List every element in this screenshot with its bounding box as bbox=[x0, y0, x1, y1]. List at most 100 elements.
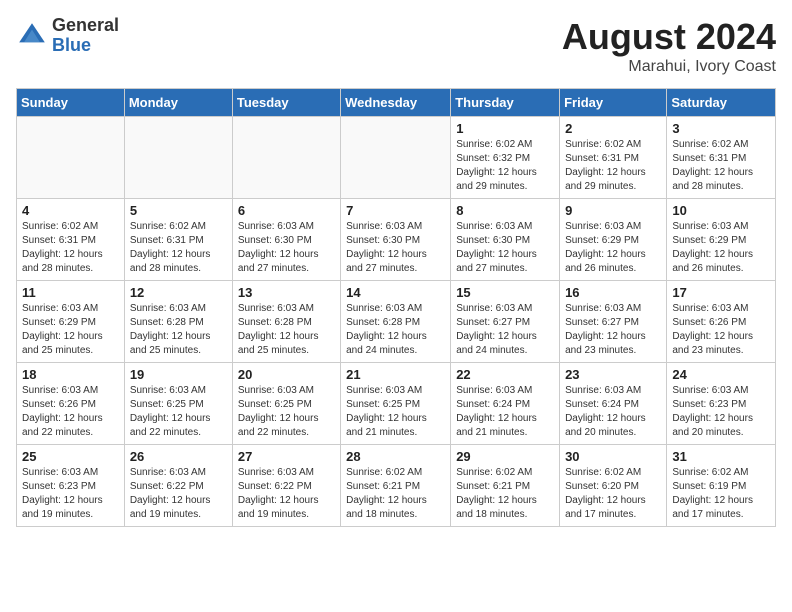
day-number: 14 bbox=[346, 285, 445, 300]
day-number: 30 bbox=[565, 449, 661, 464]
day-number: 4 bbox=[22, 203, 119, 218]
day-info: Sunrise: 6:03 AM Sunset: 6:27 PM Dayligh… bbox=[565, 302, 661, 358]
day-info: Sunrise: 6:03 AM Sunset: 6:29 PM Dayligh… bbox=[22, 302, 119, 358]
day-info: Sunrise: 6:03 AM Sunset: 6:26 PM Dayligh… bbox=[672, 302, 770, 358]
calendar-cell: 20Sunrise: 6:03 AM Sunset: 6:25 PM Dayli… bbox=[232, 363, 340, 445]
main-title: August 2024 bbox=[562, 16, 776, 58]
day-info: Sunrise: 6:02 AM Sunset: 6:31 PM Dayligh… bbox=[672, 138, 770, 194]
day-number: 29 bbox=[456, 449, 554, 464]
calendar-cell: 6 Sunrise: 6:03 AM Sunset: 6:30 PM Daylig… bbox=[232, 199, 340, 281]
calendar-cell: 21 Sunrise: 6:03 AM Sunset: 6:25 PM Dayli… bbox=[341, 363, 451, 445]
calendar-cell: 18 Sunrise: 6:03 AM Sunset: 6:26 PM Dayli… bbox=[17, 363, 125, 445]
logo-icon bbox=[16, 20, 48, 52]
calendar-cell: 3 Sunrise: 6:02 AM Sunset: 6:31 PM Daylig… bbox=[667, 117, 776, 199]
day-info: Sunrise: 6:03 AM Sunset: 6:30 PM Dayligh… bbox=[456, 220, 554, 276]
day-info: Sunrise: 6:02 AM Sunset: 6:21 PM Dayligh… bbox=[346, 466, 445, 522]
day-info: Sunrise: 6:03 AM Sunset: 6:28 PM Dayligh… bbox=[238, 302, 335, 358]
day-number: 15 bbox=[456, 285, 554, 300]
calendar-cell: 17 Sunrise: 6:03 AM Sunset: 6:26 PM Dayli… bbox=[667, 281, 776, 363]
calendar-cell: 23 Sunrise: 6:03 AM Sunset: 6:24 PM Dayli… bbox=[560, 363, 667, 445]
calendar-cell: 24Sunrise: 6:03 AM Sunset: 6:23 PM Dayli… bbox=[667, 363, 776, 445]
day-number: 8 bbox=[456, 203, 554, 218]
calendar-cell: 28 Sunrise: 6:02 AM Sunset: 6:21 PM Dayli… bbox=[341, 445, 451, 527]
calendar-cell: 19Sunrise: 6:03 AM Sunset: 6:25 PM Dayli… bbox=[124, 363, 232, 445]
weekday-thursday: Thursday bbox=[451, 89, 560, 117]
day-info: Sunrise: 6:03 AM Sunset: 6:28 PM Dayligh… bbox=[346, 302, 445, 358]
day-info: Sunrise: 6:02 AM Sunset: 6:31 PM Dayligh… bbox=[130, 220, 227, 276]
day-info: Sunrise: 6:03 AM Sunset: 6:30 PM Dayligh… bbox=[238, 220, 335, 276]
logo: General Blue bbox=[16, 16, 119, 56]
calendar-cell: 11Sunrise: 6:03 AM Sunset: 6:29 PM Dayli… bbox=[17, 281, 125, 363]
weekday-header-row: SundayMondayTuesdayWednesdayThursdayFrid… bbox=[17, 89, 776, 117]
weekday-wednesday: Wednesday bbox=[341, 89, 451, 117]
logo-blue: Blue bbox=[52, 36, 119, 56]
day-info: Sunrise: 6:02 AM Sunset: 6:20 PM Dayligh… bbox=[565, 466, 661, 522]
day-info: Sunrise: 6:03 AM Sunset: 6:29 PM Dayligh… bbox=[672, 220, 770, 276]
title-block: August 2024 Marahui, Ivory Coast bbox=[562, 16, 776, 76]
day-info: Sunrise: 6:03 AM Sunset: 6:25 PM Dayligh… bbox=[346, 384, 445, 440]
weekday-sunday: Sunday bbox=[17, 89, 125, 117]
calendar-cell: 12 Sunrise: 6:03 AM Sunset: 6:28 PM Dayli… bbox=[124, 281, 232, 363]
day-number: 18 bbox=[22, 367, 119, 382]
calendar-cell: 1Sunrise: 6:02 AM Sunset: 6:32 PM Daylig… bbox=[451, 117, 560, 199]
calendar-cell: 25 Sunrise: 6:03 AM Sunset: 6:23 PM Dayli… bbox=[17, 445, 125, 527]
calendar-week-3: 18 Sunrise: 6:03 AM Sunset: 6:26 PM Dayli… bbox=[17, 363, 776, 445]
day-number: 6 bbox=[238, 203, 335, 218]
calendar-week-0: 1Sunrise: 6:02 AM Sunset: 6:32 PM Daylig… bbox=[17, 117, 776, 199]
calendar-cell: 5 Sunrise: 6:02 AM Sunset: 6:31 PM Daylig… bbox=[124, 199, 232, 281]
day-number: 21 bbox=[346, 367, 445, 382]
page-header: General Blue August 2024 Marahui, Ivory … bbox=[16, 16, 776, 76]
day-info: Sunrise: 6:03 AM Sunset: 6:24 PM Dayligh… bbox=[456, 384, 554, 440]
day-number: 28 bbox=[346, 449, 445, 464]
day-info: Sunrise: 6:02 AM Sunset: 6:21 PM Dayligh… bbox=[456, 466, 554, 522]
logo-general: General bbox=[52, 16, 119, 36]
calendar-cell: 31Sunrise: 6:02 AM Sunset: 6:19 PM Dayli… bbox=[667, 445, 776, 527]
day-number: 24 bbox=[672, 367, 770, 382]
calendar-cell bbox=[341, 117, 451, 199]
calendar-cell bbox=[17, 117, 125, 199]
subtitle: Marahui, Ivory Coast bbox=[562, 58, 776, 76]
day-info: Sunrise: 6:03 AM Sunset: 6:28 PM Dayligh… bbox=[130, 302, 227, 358]
day-info: Sunrise: 6:03 AM Sunset: 6:23 PM Dayligh… bbox=[22, 466, 119, 522]
day-info: Sunrise: 6:03 AM Sunset: 6:26 PM Dayligh… bbox=[22, 384, 119, 440]
calendar-cell: 13 Sunrise: 6:03 AM Sunset: 6:28 PM Dayli… bbox=[232, 281, 340, 363]
calendar-cell: 9Sunrise: 6:03 AM Sunset: 6:29 PM Daylig… bbox=[560, 199, 667, 281]
calendar-cell: 2 Sunrise: 6:02 AM Sunset: 6:31 PM Daylig… bbox=[560, 117, 667, 199]
calendar-week-1: 4 Sunrise: 6:02 AM Sunset: 6:31 PM Daylig… bbox=[17, 199, 776, 281]
day-number: 12 bbox=[130, 285, 227, 300]
calendar-cell: 10 Sunrise: 6:03 AM Sunset: 6:29 PM Dayli… bbox=[667, 199, 776, 281]
calendar-cell bbox=[232, 117, 340, 199]
calendar-cell: 15 Sunrise: 6:03 AM Sunset: 6:27 PM Dayli… bbox=[451, 281, 560, 363]
day-info: Sunrise: 6:03 AM Sunset: 6:27 PM Dayligh… bbox=[456, 302, 554, 358]
day-info: Sunrise: 6:03 AM Sunset: 6:25 PM Dayligh… bbox=[130, 384, 227, 440]
calendar-cell: 27Sunrise: 6:03 AM Sunset: 6:22 PM Dayli… bbox=[232, 445, 340, 527]
day-number: 26 bbox=[130, 449, 227, 464]
day-number: 17 bbox=[672, 285, 770, 300]
calendar-week-2: 11Sunrise: 6:03 AM Sunset: 6:29 PM Dayli… bbox=[17, 281, 776, 363]
day-number: 23 bbox=[565, 367, 661, 382]
day-info: Sunrise: 6:02 AM Sunset: 6:19 PM Dayligh… bbox=[672, 466, 770, 522]
day-info: Sunrise: 6:02 AM Sunset: 6:31 PM Dayligh… bbox=[565, 138, 661, 194]
day-info: Sunrise: 6:03 AM Sunset: 6:22 PM Dayligh… bbox=[238, 466, 335, 522]
day-info: Sunrise: 6:03 AM Sunset: 6:29 PM Dayligh… bbox=[565, 220, 661, 276]
calendar-cell: 14 Sunrise: 6:03 AM Sunset: 6:28 PM Dayli… bbox=[341, 281, 451, 363]
logo-text: General Blue bbox=[52, 16, 119, 56]
day-number: 3 bbox=[672, 121, 770, 136]
day-number: 2 bbox=[565, 121, 661, 136]
day-info: Sunrise: 6:02 AM Sunset: 6:31 PM Dayligh… bbox=[22, 220, 119, 276]
calendar-week-4: 25 Sunrise: 6:03 AM Sunset: 6:23 PM Dayli… bbox=[17, 445, 776, 527]
day-number: 5 bbox=[130, 203, 227, 218]
day-number: 13 bbox=[238, 285, 335, 300]
day-info: Sunrise: 6:03 AM Sunset: 6:30 PM Dayligh… bbox=[346, 220, 445, 276]
calendar-cell: 29 Sunrise: 6:02 AM Sunset: 6:21 PM Dayli… bbox=[451, 445, 560, 527]
day-number: 25 bbox=[22, 449, 119, 464]
day-info: Sunrise: 6:03 AM Sunset: 6:24 PM Dayligh… bbox=[565, 384, 661, 440]
calendar-cell: 7Sunrise: 6:03 AM Sunset: 6:30 PM Daylig… bbox=[341, 199, 451, 281]
calendar: SundayMondayTuesdayWednesdayThursdayFrid… bbox=[16, 88, 776, 527]
calendar-cell: 30 Sunrise: 6:02 AM Sunset: 6:20 PM Dayli… bbox=[560, 445, 667, 527]
weekday-monday: Monday bbox=[124, 89, 232, 117]
calendar-cell: 8 Sunrise: 6:03 AM Sunset: 6:30 PM Daylig… bbox=[451, 199, 560, 281]
day-number: 10 bbox=[672, 203, 770, 218]
day-number: 20 bbox=[238, 367, 335, 382]
day-number: 1 bbox=[456, 121, 554, 136]
